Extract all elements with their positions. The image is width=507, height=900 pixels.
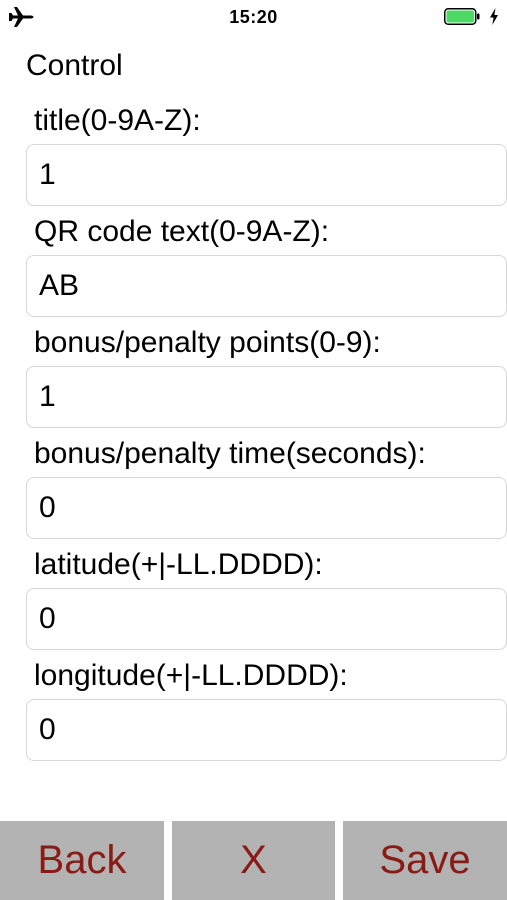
status-bar: 15:20	[0, 0, 507, 34]
longitude-label: longitude(+|-LL.DDDD):	[34, 659, 348, 692]
cancel-button[interactable]: X	[172, 821, 335, 900]
longitude-input[interactable]	[26, 699, 507, 761]
title-input[interactable]	[26, 144, 507, 206]
status-time: 15:20	[229, 7, 278, 27]
battery-icon	[444, 8, 480, 25]
title-label: title(0-9A-Z):	[34, 104, 201, 137]
charging-bolt-icon	[490, 8, 498, 25]
back-button[interactable]: Back	[0, 821, 164, 900]
bonus-penalty-time-input[interactable]	[26, 477, 507, 539]
bonus-penalty-points-input[interactable]	[26, 366, 507, 428]
screen-title: Control	[26, 49, 123, 82]
qr-code-text-input[interactable]	[26, 255, 507, 317]
latitude-label: latitude(+|-LL.DDDD):	[34, 548, 323, 581]
latitude-input[interactable]	[26, 588, 507, 650]
bonus-penalty-points-label: bonus/penalty points(0-9):	[34, 326, 381, 359]
save-button[interactable]: Save	[343, 821, 507, 900]
qr-code-text-label: QR code text(0-9A-Z):	[34, 215, 330, 248]
bonus-penalty-time-label: bonus/penalty time(seconds):	[34, 437, 426, 470]
